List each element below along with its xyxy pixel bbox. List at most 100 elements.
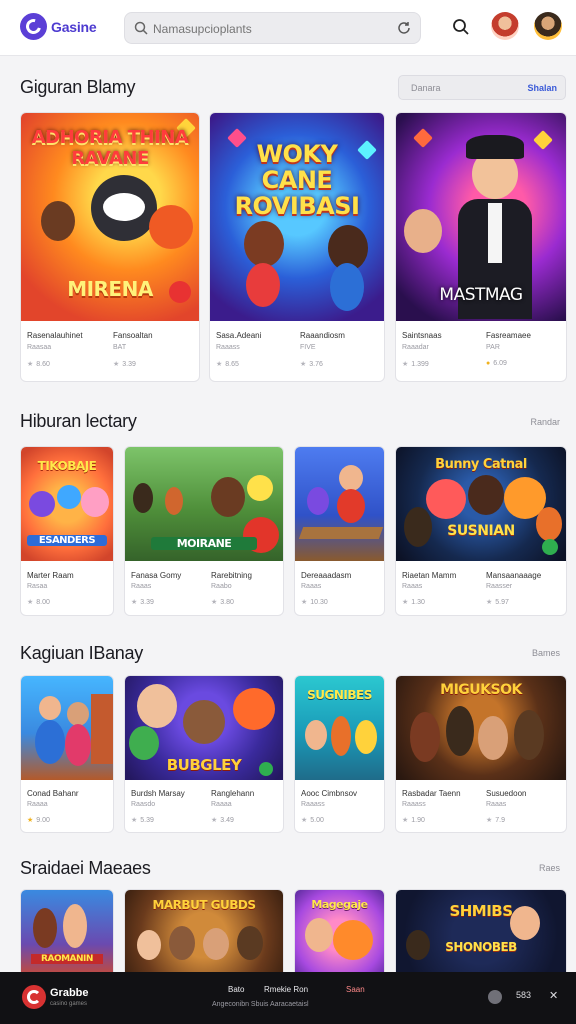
game-provider: BAT xyxy=(113,344,127,351)
game-art-title: MASTMAG xyxy=(439,285,523,305)
star-icon: ★ xyxy=(301,817,308,824)
game-card[interactable]: Magegaje xyxy=(294,889,385,979)
footer-link[interactable]: Saan xyxy=(346,985,365,994)
game-provider: Raaas xyxy=(301,583,322,590)
game-title[interactable]: Rarebitning xyxy=(211,571,252,580)
see-more-link[interactable]: Randar xyxy=(530,417,560,427)
game-rating: ★ 7.9 xyxy=(486,817,506,824)
game-card[interactable]: Conad Bahanr Raaaa ★ 9.00 xyxy=(20,675,114,833)
game-card[interactable]: SUGNIBES Aooc Cimbnsov Raaass ★ 5.00 xyxy=(294,675,385,833)
game-title[interactable]: Fasreamaee xyxy=(486,331,531,340)
filter-value: Danara xyxy=(411,83,441,93)
game-title[interactable]: Sasa.Adeani xyxy=(216,331,261,340)
search-button-icon[interactable] xyxy=(451,17,471,37)
game-thumbnail[interactable]: MOIRANE xyxy=(125,447,283,561)
game-title[interactable]: Aooc Cimbnsov xyxy=(301,789,357,798)
game-art-subtitle: SHONOBEB xyxy=(445,940,517,954)
game-thumbnail[interactable]: BUBGLEY xyxy=(125,676,283,780)
user-avatar[interactable] xyxy=(491,12,519,40)
search-input[interactable] xyxy=(153,19,393,39)
game-art-title: Bunny Catnal xyxy=(435,457,527,472)
game-provider: Rasaa xyxy=(27,583,48,590)
game-art-subtitle: MOIRANE xyxy=(151,537,257,550)
game-art-title: WOKY CANE ROVIBASI xyxy=(234,140,360,220)
game-thumbnail[interactable]: SUGNIBES xyxy=(295,676,384,780)
game-thumbnail[interactable]: WOKY CANE ROVIBASI xyxy=(210,113,384,321)
brand-logo[interactable]: Gasine xyxy=(20,13,97,40)
game-thumbnail[interactable]: MARBUT GUBDS xyxy=(125,890,283,978)
star-icon: ★ xyxy=(402,361,409,368)
game-title[interactable]: Susuedoon xyxy=(486,789,526,798)
footer-brand: Grabbe xyxy=(50,987,89,999)
game-thumbnail[interactable] xyxy=(295,447,384,561)
game-title[interactable]: Riaetan Mamm xyxy=(402,571,456,580)
game-thumbnail[interactable]: ADHORIA THINA RAVANE MIRENA xyxy=(21,113,199,321)
game-thumbnail[interactable]: RAOMANIN xyxy=(21,890,113,978)
search-bar[interactable] xyxy=(124,12,421,44)
footer-logo-icon[interactable] xyxy=(22,985,46,1009)
chat-icon[interactable] xyxy=(488,990,502,1004)
game-art-subtitle: ESANDERS xyxy=(27,535,107,546)
filter-button[interactable]: Shalan xyxy=(527,83,557,93)
footer-code: 583 xyxy=(516,990,532,1000)
game-thumbnail[interactable]: MIGUKSOK xyxy=(396,676,566,780)
game-title[interactable]: Rasbadar Taenn xyxy=(402,789,461,798)
game-card[interactable]: MOIRANE Fanasa Gomy Raaas ★ 3.39 Rarebitn… xyxy=(124,446,284,616)
game-rating: ★ 1.30 xyxy=(402,599,425,606)
close-icon[interactable]: ✕ xyxy=(549,989,558,1002)
game-rating: ★ 1.399 xyxy=(402,361,429,368)
game-card[interactable]: WOKY CANE ROVIBASI Sasa.Adeani Raaass ★ 8… xyxy=(209,112,385,382)
game-art-title: SUGNIBES xyxy=(307,688,372,702)
profile-avatar[interactable] xyxy=(534,12,562,40)
game-card[interactable]: MASTMAG Saintsnaas Raaadar ★ 1.399 Fasrea… xyxy=(395,112,567,382)
game-title[interactable]: Mansaanaaage xyxy=(486,571,541,580)
game-rating: ★ 3.49 xyxy=(211,817,234,824)
game-rating: ★ 8.00 xyxy=(27,599,50,606)
section-title-3: Kagiuan IBanay xyxy=(20,643,143,663)
game-title[interactable]: Raaandiosm xyxy=(300,331,345,340)
game-art-title: MIGUKSOK xyxy=(440,682,522,698)
see-more-link[interactable]: Raes xyxy=(539,863,560,873)
star-icon: ★ xyxy=(211,817,218,824)
game-card[interactable]: TIKOBAJE ESANDERS Marter Raam Rasaa ★ 8.0… xyxy=(20,446,114,616)
game-thumbnail[interactable]: Bunny Catnal SUSNIAN xyxy=(396,447,566,561)
game-art-subtitle: SUSNIAN xyxy=(447,523,515,539)
game-card[interactable]: MIGUKSOK Rasbadar Taenn Raaass ★ 1.90 Sus… xyxy=(395,675,567,833)
game-thumbnail[interactable]: TIKOBAJE ESANDERS xyxy=(21,447,113,561)
star-icon: ★ xyxy=(27,817,34,824)
game-thumbnail[interactable]: Magegaje xyxy=(295,890,384,978)
game-card[interactable]: BUBGLEY Burdsh Marsay Raasdo ★ 5.39 Rangl… xyxy=(124,675,284,833)
game-thumbnail[interactable] xyxy=(21,676,113,780)
search-icon xyxy=(134,21,148,35)
star-icon: ★ xyxy=(486,817,493,824)
footer-link[interactable]: Bato xyxy=(228,985,244,994)
game-title[interactable]: Marter Raam xyxy=(27,571,74,580)
game-title[interactable]: Fansoaltan xyxy=(113,331,153,340)
game-title[interactable]: Burdsh Marsay xyxy=(131,789,185,798)
game-thumbnail[interactable]: SHMIBS SHONOBEB xyxy=(396,890,566,978)
game-title[interactable]: Ranglehann xyxy=(211,789,254,798)
game-card[interactable]: RAOMANIN xyxy=(20,889,114,979)
game-title[interactable]: Fanasa Gomy xyxy=(131,571,181,580)
footer-link[interactable]: Rmekie Ron xyxy=(264,985,308,994)
game-card[interactable]: Bunny Catnal SUSNIAN Riaetan Mamm Raaas … xyxy=(395,446,567,616)
game-provider: Raaass xyxy=(402,801,426,808)
game-title[interactable]: Rasenalauhinet xyxy=(27,331,83,340)
game-art-title: Magegaje xyxy=(311,898,368,911)
game-provider: Raaass xyxy=(301,801,325,808)
game-card[interactable]: ADHORIA THINA RAVANE MIRENA Rasenalauhin… xyxy=(20,112,200,382)
section-filter-dropdown[interactable]: Danara Shalan xyxy=(398,75,566,100)
footer-sub-links[interactable]: Angeconibn Sbuis Aaracaetaisl xyxy=(212,1001,309,1008)
refresh-icon[interactable] xyxy=(396,20,412,36)
game-title[interactable]: Saintsnaas xyxy=(402,331,442,340)
game-rating: ★ 8.60 xyxy=(27,361,50,368)
game-card[interactable]: MARBUT GUBDS xyxy=(124,889,284,979)
game-title[interactable]: Dereaaadasm xyxy=(301,571,351,580)
game-card[interactable]: SHMIBS SHONOBEB xyxy=(395,889,567,979)
game-thumbnail[interactable]: MASTMAG xyxy=(396,113,566,321)
star-icon: ★ xyxy=(402,817,409,824)
game-card[interactable]: Dereaaadasm Raaas ★ 10.30 xyxy=(294,446,385,616)
game-provider: Raasaa xyxy=(27,344,52,351)
game-title[interactable]: Conad Bahanr xyxy=(27,789,79,798)
see-more-link[interactable]: Bames xyxy=(532,648,560,658)
